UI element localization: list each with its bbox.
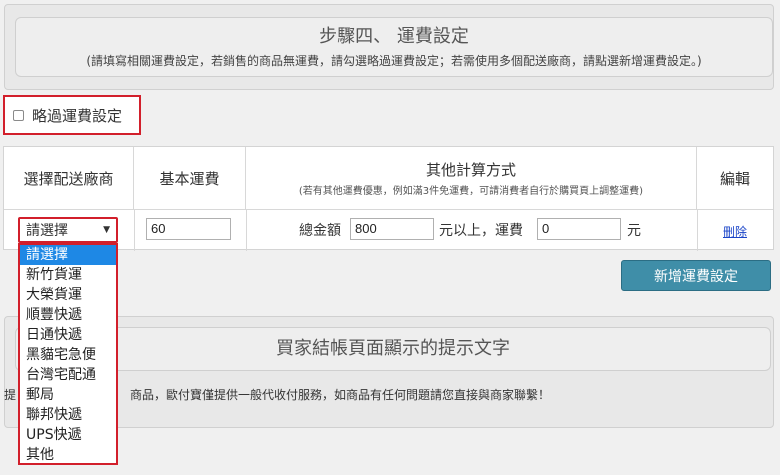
carrier-option[interactable]: 請選擇 [20, 245, 116, 265]
hint-prefix: 提 [4, 388, 17, 402]
carrier-option[interactable]: 黑貓宅急便 [20, 345, 116, 365]
discount-fee-input[interactable]: 0 [537, 218, 621, 240]
carrier-option[interactable]: 日通快遞 [20, 325, 116, 345]
carrier-option[interactable]: 新竹貨運 [20, 265, 116, 285]
chevron-down-icon: ▼ [103, 225, 110, 235]
carrier-option[interactable]: 郵局 [20, 385, 116, 405]
hint-panel: 買家結帳頁面顯示的提示文字 [4, 316, 774, 428]
header-carrier: 選擇配送廠商 [4, 147, 134, 209]
header-other-label: 其他計算方式 [425, 161, 516, 179]
header-edit: 編輯 [697, 147, 773, 209]
carrier-select[interactable]: 請選擇 ▼ [18, 217, 118, 243]
carrier-dropdown-list[interactable]: 請選擇 新竹貨運 大榮貨運 順豐快遞 日通快遞 黑貓宅急便 台灣宅配通 郵局 聯… [18, 243, 118, 465]
step-note: (請填寫相關運費設定，若銷售的商品無運費，請勾選略過運費設定；若需使用多個配送廠… [86, 54, 702, 68]
base-fee-input[interactable]: 60 [146, 218, 231, 240]
add-shipping-button[interactable]: 新增運費設定 [621, 260, 771, 291]
carrier-option[interactable]: UPS快遞 [20, 425, 116, 445]
step-header: 步驟四、 運費設定 (請填寫相關運費設定，若銷售的商品無運費，請勾選略過運費設定… [15, 17, 773, 77]
skip-shipping-label: 略過運費設定 [32, 106, 123, 125]
skip-shipping-option[interactable]: 略過運費設定 [3, 95, 141, 135]
header-carrier-label: 選擇配送廠商 [23, 169, 114, 188]
carrier-select-value: 請選擇 [26, 223, 68, 239]
cell-divider [134, 209, 135, 251]
header-edit-label: 編輯 [719, 169, 750, 188]
total-amount-label: 總金額 [299, 223, 341, 239]
hint-body: 商品，歐付寶僅提供一般代收付服務，如商品有任何問題請您直接與商家聯繫！ [130, 388, 551, 402]
carrier-option[interactable]: 大榮貨運 [20, 285, 116, 305]
currency-unit-label: 元 [627, 223, 641, 239]
header-other-method: 其他計算方式 (若有其他運費優惠，例如滿3件免運費，可請消費者自行於購買頁上調整… [246, 147, 697, 209]
row-divider [4, 209, 773, 210]
header-base-fee-label: 基本運費 [159, 169, 220, 188]
delete-link[interactable]: 刪除 [723, 223, 747, 240]
carrier-option[interactable]: 順豐快遞 [20, 305, 116, 325]
carrier-option[interactable]: 台灣宅配通 [20, 365, 116, 385]
header-other-note: (若有其他運費優惠，例如滿3件免運費，可請消費者自行於購買頁上調整運費) [298, 186, 644, 197]
skip-shipping-checkbox[interactable] [13, 109, 24, 121]
above-fee-label: 元以上，運費 [439, 223, 523, 239]
header-base-fee: 基本運費 [134, 147, 246, 209]
step-panel: 步驟四、 運費設定 (請填寫相關運費設定，若銷售的商品無運費，請勾選略過運費設定… [4, 4, 774, 90]
carrier-option[interactable]: 其他 [20, 445, 116, 465]
step-title: 步驟四、 運費設定 [319, 26, 469, 47]
carrier-option[interactable]: 聯邦快遞 [20, 405, 116, 425]
cell-divider [246, 209, 247, 251]
total-amount-input[interactable]: 800 [350, 218, 434, 240]
cell-divider [697, 209, 698, 251]
hint-section-title: 買家結帳頁面顯示的提示文字 [15, 327, 771, 371]
